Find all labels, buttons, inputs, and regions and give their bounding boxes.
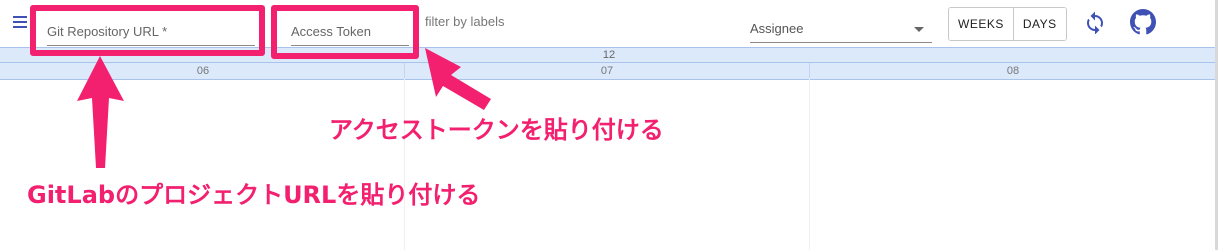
app-screen: filter by labels Assignee WEEKS DAYS 12 … [0,0,1218,250]
up-arrow [77,56,124,168]
access-token-caption: アクセストークンを貼り付ける [329,116,664,144]
diagonal-arrow [425,48,491,110]
project-url-caption: GitLabのプロジェクトURLを貼り付ける [27,181,481,209]
